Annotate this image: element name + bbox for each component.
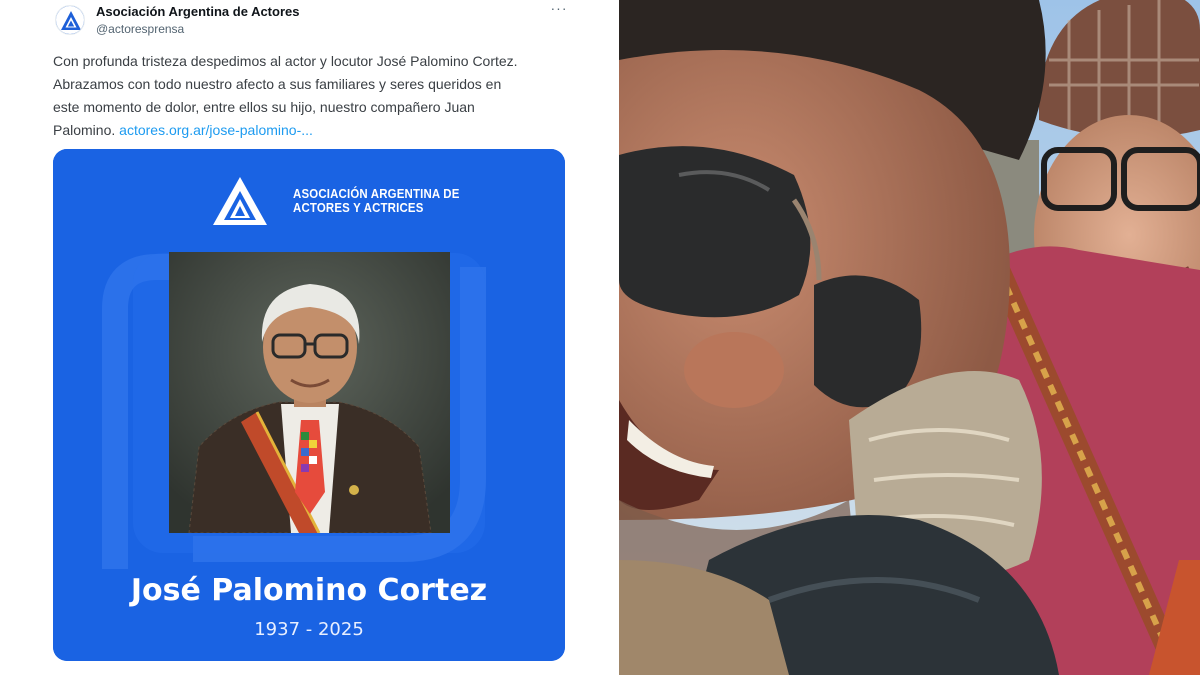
org-name-line: ASOCIACIÓN ARGENTINA DE bbox=[293, 186, 460, 201]
portrait-photo bbox=[169, 252, 450, 533]
org-logo-text: ASOCIACIÓN ARGENTINA DE ACTORES Y ACTRIC… bbox=[293, 187, 460, 215]
selfie-photo bbox=[619, 0, 1200, 675]
triangle-logo-icon bbox=[213, 177, 267, 225]
tweet-link[interactable]: actores.org.ar/jose-palomino-... bbox=[119, 122, 313, 138]
selfie-image bbox=[619, 0, 1200, 675]
life-years: 1937 - 2025 bbox=[254, 619, 364, 640]
tweet-text-line: Abrazamos con todo nuestro afecto a sus … bbox=[53, 76, 502, 92]
author-name[interactable]: Asociación Argentina de Actores bbox=[96, 4, 299, 19]
portrait-image bbox=[169, 252, 450, 533]
author-handle[interactable]: @actoresprensa bbox=[96, 22, 184, 36]
triangle-logo-icon bbox=[56, 6, 84, 34]
tweet: Asociación Argentina de Actores @actores… bbox=[0, 0, 617, 675]
tweet-header: Asociación Argentina de Actores @actores… bbox=[55, 0, 585, 44]
deceased-name: José Palomino Cortez bbox=[130, 573, 488, 608]
tweet-text: Con profunda tristeza despedimos al acto… bbox=[53, 50, 573, 142]
tweet-text-line: Palomino. actores.org.ar/jose-palomino-.… bbox=[53, 119, 573, 142]
more-horizontal-icon[interactable]: ··· bbox=[548, 1, 570, 20]
org-name-line: ACTORES Y ACTRICES bbox=[293, 200, 424, 215]
tribute-card[interactable]: ASOCIACIÓN ARGENTINA DE ACTORES Y ACTRIC… bbox=[53, 149, 565, 661]
tweet-text-tail: Palomino. bbox=[53, 122, 116, 138]
tweet-text-line: Con profunda tristeza despedimos al acto… bbox=[53, 53, 518, 69]
tweet-text-line: este momento de dolor, entre ellos su hi… bbox=[53, 99, 475, 115]
org-logo: ASOCIACIÓN ARGENTINA DE ACTORES Y ACTRIC… bbox=[211, 175, 459, 227]
avatar[interactable] bbox=[55, 5, 85, 35]
